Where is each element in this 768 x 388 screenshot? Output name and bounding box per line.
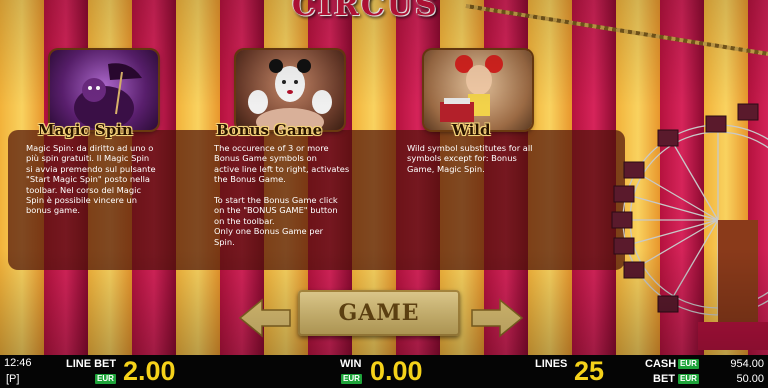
arrow-right-icon[interactable] [470,298,524,338]
cash-currency: EUR [678,359,699,369]
bet-currency: EUR [678,374,699,384]
line-bet-currency: EUR [95,374,116,384]
lines-label: LINES [535,358,568,370]
magic-spin-description: Magic Spin: da diritto ad uno o più spin… [26,143,156,216]
wild-description: Wild symbol substitutes for all symbols … [407,143,533,174]
game-button[interactable]: GAME [298,290,460,336]
bet-label: BET [653,373,675,385]
clock: 12:46 [4,357,32,369]
ferris-wheel-decoration [611,103,768,350]
bonus-game-description: The occurence of 3 or more Bonus Game sy… [214,143,350,247]
cash-value: 954.00 [730,358,764,370]
bet-value: 50.00 [736,373,764,385]
rope-decoration [465,4,768,57]
arrow-left-icon[interactable] [238,298,292,338]
bonus-game-label: Bonus Game [216,121,323,139]
bonus-game-symbol [236,50,344,130]
win-value: 0.00 [370,356,423,386]
game-stage: CIRCUS Magic Spin Bonus Game Wild Magic … [0,0,768,355]
status-bar: 12:46 [P] LINE BET EUR 2.00 WIN EUR 0.00… [0,355,768,388]
wild-symbol [424,50,532,130]
win-label: WIN [340,358,362,370]
win-currency: EUR [341,374,362,384]
circus-girl-icon [440,55,503,122]
magician-icon [74,63,142,130]
wild-label: Wild [452,121,491,139]
cash-label: CASH [645,358,677,370]
key-hint: [P] [6,373,20,385]
magic-spin-label: Magic Spin [38,121,133,139]
game-title: CIRCUS [292,0,439,23]
line-bet-label: LINE BET [66,358,117,370]
line-bet-value[interactable]: 2.00 [123,358,176,385]
mime-icon [248,59,332,130]
magic-spin-symbol [50,50,158,130]
lines-value[interactable]: 25 [574,358,604,385]
